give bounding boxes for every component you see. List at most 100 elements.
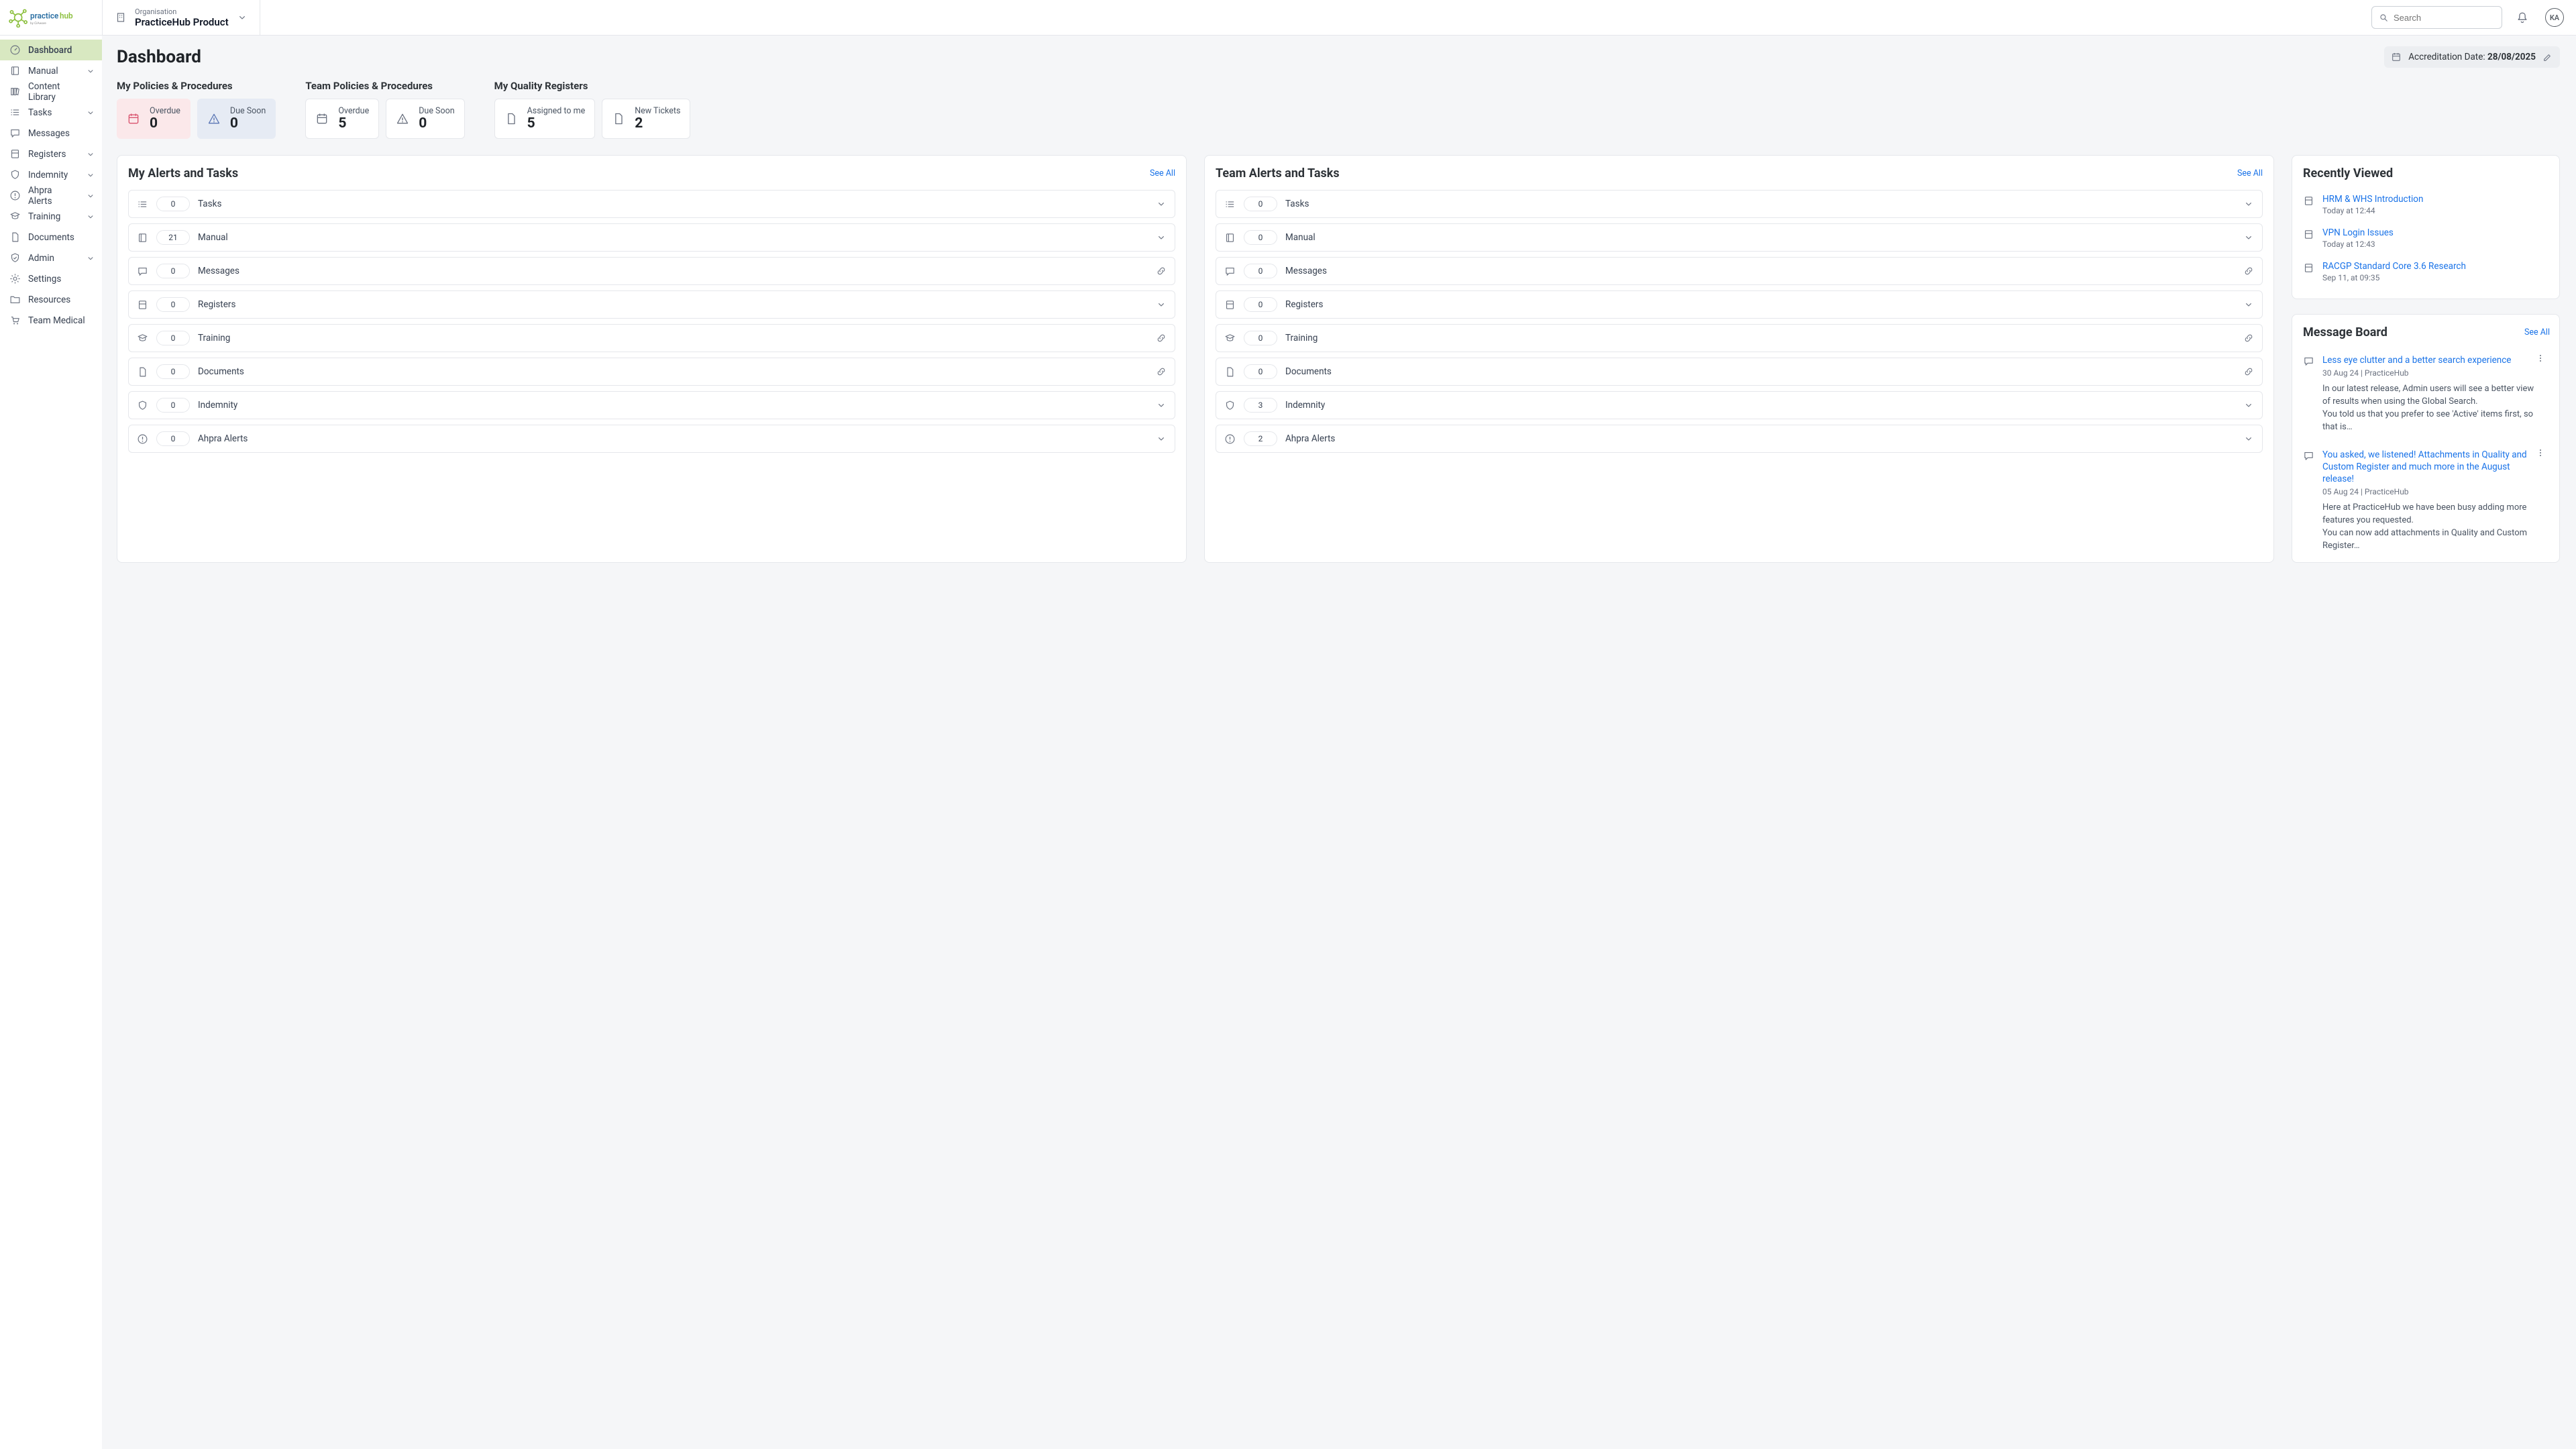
message-menu-button[interactable] (2535, 353, 2546, 366)
link-icon (2243, 333, 2254, 343)
search-icon (2379, 12, 2388, 23)
task-row-indemnity[interactable]: 0 Indemnity (128, 391, 1175, 419)
task-row-documents[interactable]: 0 Documents (1216, 358, 2263, 386)
dots-icon (2535, 353, 2546, 364)
chevron-down-icon (86, 191, 95, 201)
my-alerts-panel: My Alerts and Tasks See All 0 Tasks 21 M… (117, 155, 1187, 563)
sidebar-item-manual[interactable]: Manual (0, 60, 102, 81)
recently-viewed-link[interactable]: HRM & WHS Introduction (2322, 194, 2423, 205)
task-row-manual[interactable]: 0 Manual (1216, 223, 2263, 252)
link-icon (1156, 333, 1167, 343)
building-icon (115, 11, 127, 23)
folder-icon (9, 294, 21, 305)
sidebar-item-label: Dashboard (28, 45, 72, 56)
stat-value: 5 (527, 116, 586, 131)
stats-group-title: Team Policies & Procedures (305, 80, 464, 92)
task-row-messages[interactable]: 0 Messages (1216, 257, 2263, 285)
see-all-link[interactable]: See All (2524, 327, 2550, 337)
sidebar-item-indemnity[interactable]: Indemnity (0, 164, 102, 185)
gear-icon (9, 273, 21, 284)
message-board-scroll[interactable]: Less eye clutter and a better search exp… (2303, 349, 2550, 550)
task-row-tasks[interactable]: 0 Tasks (128, 190, 1175, 218)
recently-viewed-link[interactable]: RACGP Standard Core 3.6 Research (2322, 261, 2466, 272)
recently-viewed-link[interactable]: VPN Login Issues (2322, 227, 2394, 238)
sidebar-item-admin[interactable]: Admin (0, 248, 102, 268)
bell-icon (2516, 11, 2529, 24)
see-all-link[interactable]: See All (2237, 168, 2263, 178)
stat-card-due-soon[interactable]: Due Soon 0 (197, 99, 276, 139)
book-icon (137, 232, 148, 244)
task-row-indemnity[interactable]: 3 Indemnity (1216, 391, 2263, 419)
task-row-messages[interactable]: 0 Messages (128, 257, 1175, 285)
chat-icon (1224, 266, 1236, 277)
chevron-down-icon (1156, 199, 1167, 209)
task-label: Indemnity (198, 400, 237, 411)
sidebar-item-tasks[interactable]: Tasks (0, 102, 102, 123)
message-menu-button[interactable] (2535, 447, 2546, 461)
shield-icon (1224, 400, 1236, 411)
stat-card-assigned-to-me[interactable]: Assigned to me 5 (494, 99, 596, 139)
task-row-tasks[interactable]: 0 Tasks (1216, 190, 2263, 218)
svg-text:practice: practice (30, 11, 58, 20)
task-row-training[interactable]: 0 Training (1216, 324, 2263, 352)
sidebar-item-registers[interactable]: Registers (0, 144, 102, 164)
message-meta: 05 Aug 24 | PracticeHub (2322, 487, 2542, 496)
edit-icon[interactable] (2542, 52, 2553, 62)
count-pill: 0 (156, 398, 190, 413)
sidebar-item-label: Admin (28, 253, 54, 264)
user-menu-button[interactable]: KA (2542, 5, 2567, 30)
sidebar-item-label: Documents (28, 232, 74, 243)
stat-card-overdue[interactable]: Overdue 0 (117, 99, 191, 139)
sidebar-item-messages[interactable]: Messages (0, 123, 102, 144)
sidebar-item-content-library[interactable]: Content Library (0, 81, 102, 102)
task-row-registers[interactable]: 0 Registers (128, 290, 1175, 319)
recently-viewed-time: Today at 12:43 (2322, 239, 2394, 249)
task-row-documents[interactable]: 0 Documents (128, 358, 1175, 386)
accreditation-pill[interactable]: Accreditation Date: 28/08/2025 (2384, 46, 2560, 68)
see-all-link[interactable]: See All (1150, 168, 1175, 178)
stat-card-due-soon[interactable]: Due Soon 0 (386, 99, 464, 139)
count-pill: 0 (156, 331, 190, 345)
stats-group: My Policies & Procedures Overdue 0 Due S… (117, 80, 276, 139)
logo[interactable]: practice hub by CiAware (0, 7, 102, 28)
chevron-down-icon (2243, 232, 2254, 243)
task-label: Registers (1285, 299, 1323, 310)
stat-value: 0 (150, 116, 180, 131)
recently-viewed-item: HRM & WHS Introduction Today at 12:44 (2303, 190, 2548, 219)
task-row-training[interactable]: 0 Training (128, 324, 1175, 352)
count-pill: 0 (156, 297, 190, 312)
task-row-registers[interactable]: 0 Registers (1216, 290, 2263, 319)
stat-label: New Tickets (635, 106, 680, 116)
alert-icon (1224, 433, 1236, 445)
chevron-down-icon (1156, 400, 1167, 411)
team-alerts-panel: Team Alerts and Tasks See All 0 Tasks 0 … (1204, 155, 2274, 563)
sidebar-item-team-medical[interactable]: Team Medical (0, 310, 102, 331)
message-title-link[interactable]: You asked, we listened! Attachments in Q… (2322, 449, 2527, 484)
sidebar-item-label: Training (28, 211, 60, 222)
stat-card-overdue[interactable]: Overdue 5 (305, 99, 379, 139)
stat-card-new-tickets[interactable]: New Tickets 2 (602, 99, 690, 139)
sidebar-item-documents[interactable]: Documents (0, 227, 102, 248)
message-title-link[interactable]: Less eye clutter and a better search exp… (2322, 355, 2511, 366)
org-switcher[interactable]: Organisation PracticeHub Product (102, 0, 260, 35)
practicehub-logo: practice hub by CiAware (8, 7, 82, 28)
task-label: Manual (1285, 232, 1316, 243)
task-row-ahpra-alerts[interactable]: 0 Ahpra Alerts (128, 425, 1175, 453)
sidebar-item-dashboard[interactable]: Dashboard (0, 40, 102, 60)
sidebar-item-label: Manual (28, 66, 58, 76)
task-row-ahpra-alerts[interactable]: 2 Ahpra Alerts (1216, 425, 2263, 453)
task-row-manual[interactable]: 21 Manual (128, 223, 1175, 252)
search-box[interactable] (2371, 6, 2502, 29)
message-board-item: Less eye clutter and a better search exp… (2303, 349, 2542, 443)
sidebar-item-ahpra-alerts[interactable]: Ahpra Alerts (0, 185, 102, 206)
chat-icon (137, 266, 148, 277)
sidebar-item-resources[interactable]: Resources (0, 289, 102, 310)
shield-icon (9, 169, 21, 180)
assigned-icon (504, 112, 518, 125)
doc-icon (2303, 262, 2314, 274)
sidebar-item-settings[interactable]: Settings (0, 268, 102, 289)
sidebar-item-training[interactable]: Training (0, 206, 102, 227)
notifications-button[interactable] (2510, 5, 2534, 30)
search-input[interactable] (2394, 13, 2495, 23)
recently-viewed-time: Sep 11, at 09:35 (2322, 273, 2466, 282)
